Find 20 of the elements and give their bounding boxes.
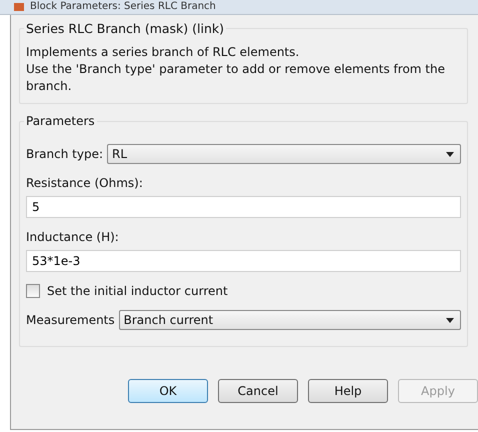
field-label: Branch type: bbox=[26, 147, 103, 161]
group-title: Parameters bbox=[25, 114, 96, 128]
field-label: Measurements bbox=[26, 313, 115, 327]
description-text: Implements a series branch of RLC elements. Use the 'Branch type' parameter to add or remove elements from the branch. bbox=[26, 44, 446, 95]
input-field[interactable]: 53*1e-3 bbox=[26, 250, 461, 272]
dropdown[interactable]: RL bbox=[107, 144, 461, 164]
group-title: Series RLC Branch (mask) (link) bbox=[25, 21, 226, 36]
field-label: Inductance (H): bbox=[26, 230, 120, 244]
input-field[interactable]: 5 bbox=[26, 196, 461, 218]
checkbox[interactable] bbox=[26, 284, 40, 298]
caret-icon bbox=[446, 318, 454, 322]
caret-icon bbox=[446, 152, 454, 156]
dropdown[interactable]: Branch current bbox=[118, 310, 461, 330]
checkbox-label: Set the initial inductor current bbox=[47, 284, 228, 298]
app-icon bbox=[14, 3, 24, 11]
dialog-button[interactable]: OK bbox=[128, 379, 208, 403]
dialog-button[interactable]: Help bbox=[308, 379, 388, 403]
window-title: Block Parameters: Series RLC Branch bbox=[30, 1, 216, 13]
dialog-button[interactable]: Cancel bbox=[218, 379, 298, 403]
field-label: Resistance (Ohms): bbox=[26, 176, 144, 190]
